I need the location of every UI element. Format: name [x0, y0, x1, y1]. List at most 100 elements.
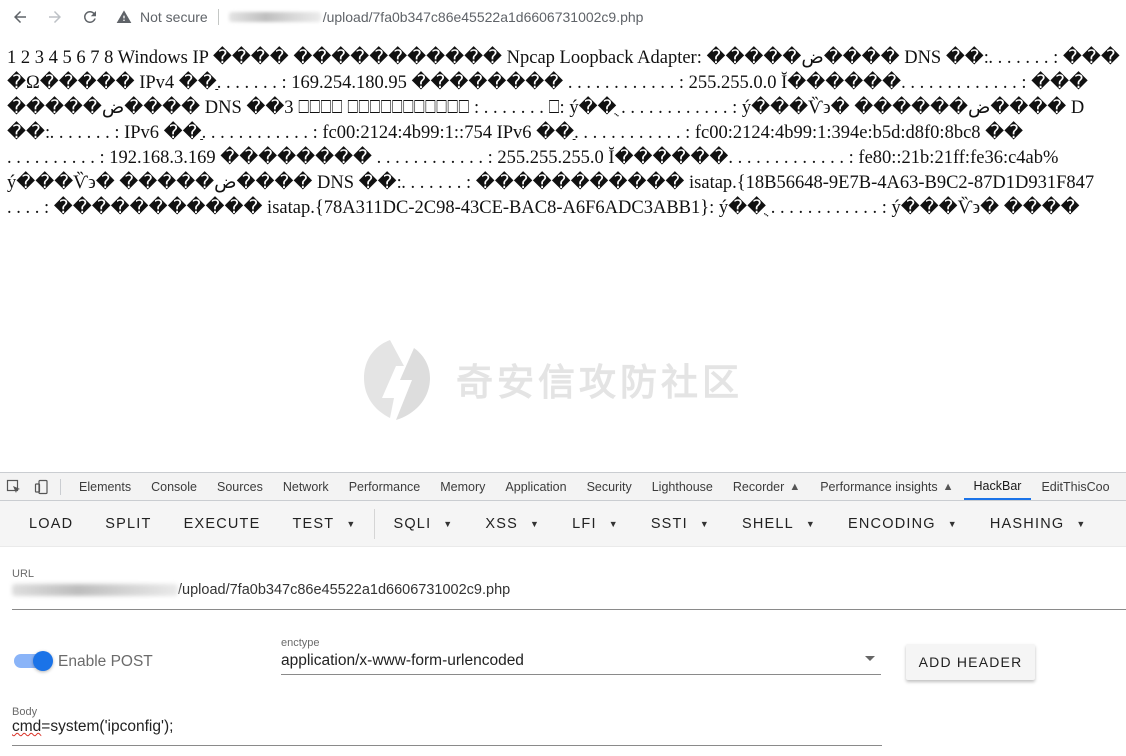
tab-label: EditThisCoo — [1041, 479, 1110, 494]
hackbar-menu: LOAD SPLIT EXECUTE TEST ▼ SQLI ▼ XSS ▼ LFI ▼… — [0, 501, 1126, 547]
watermark-text: 奇安信攻防社区 — [456, 361, 743, 404]
arrow-left-icon — [14, 10, 26, 23]
output-line: �����ض���� DNS ��3 ⎕⎕⎕⎕ ⎕⎕⎕⎕⎕⎕⎕⎕⎕⎕⎕ : . … — [7, 98, 1085, 118]
url-path-value: /upload/7fa0b347c86e45522a1d6606731002c9… — [178, 582, 511, 598]
address-bar[interactable]: Not secure /upload/7fa0b347c86e45522a1d6… — [116, 5, 643, 29]
encoding-label: ENCODING — [848, 515, 936, 532]
tab-console[interactable]: Console — [141, 473, 207, 500]
output-line: 1 2 3 4 5 6 7 8 Windows IP ���� ��������… — [7, 48, 1120, 68]
tab-label: Performance insights — [820, 479, 938, 494]
caret-down-icon: ▼ — [947, 518, 958, 529]
inspect-cursor-icon — [6, 479, 20, 493]
xss-menu-button[interactable]: XSS ▼ — [469, 506, 556, 542]
toggle-knob — [33, 651, 53, 671]
reload-button[interactable] — [80, 7, 100, 27]
omnibox-divider — [217, 8, 219, 25]
url-field-label: URL — [12, 568, 35, 580]
tab-label: Lighthouse — [651, 479, 713, 494]
hashing-menu-button[interactable]: HASHING ▼ — [974, 506, 1103, 542]
device-toolbar-button[interactable] — [28, 473, 56, 500]
tab-performance-insights[interactable]: Performance insights ▲ — [810, 473, 963, 500]
tab-recorder[interactable]: Recorder ▲ — [723, 473, 810, 500]
devtools-tab-strip: Elements Console Sources Network Perform… — [0, 473, 1126, 501]
enctype-select[interactable]: enctype application/x-www-form-urlencode… — [281, 633, 881, 675]
enctype-label: enctype — [281, 637, 320, 649]
encoding-menu-button[interactable]: ENCODING ▼ — [832, 506, 974, 542]
caret-down-icon: ▼ — [805, 518, 817, 529]
redacted-host — [12, 584, 178, 596]
back-button[interactable] — [10, 7, 30, 27]
split-button[interactable]: SPLIT — [89, 506, 167, 542]
load-button[interactable]: LOAD — [13, 506, 89, 542]
enable-post-label: Enable POST — [58, 653, 153, 670]
flask-icon: ▲ — [942, 480, 954, 493]
execute-button[interactable]: EXECUTE — [168, 506, 277, 542]
inspect-element-button[interactable] — [0, 473, 28, 500]
lfi-label: LFI — [572, 515, 597, 532]
tab-sources[interactable]: Sources — [207, 473, 273, 500]
security-label[interactable]: Not secure — [140, 9, 208, 25]
devtools-panel: Elements Console Sources Network Perform… — [0, 472, 1126, 756]
page-output: 1 2 3 4 5 6 7 8 Windows IP ���� ��������… — [7, 46, 1126, 226]
tab-label: Security — [586, 479, 632, 494]
menu-divider — [374, 508, 376, 539]
split-label: SPLIT — [105, 515, 152, 532]
tab-elements[interactable]: Elements — [69, 473, 141, 500]
test-menu-button[interactable]: TEST ▼ — [276, 506, 372, 542]
body-field-label: Body — [12, 706, 38, 718]
output-line: �Ω����� IPv4 ��ַ. . . . . . . : 169.254.… — [7, 73, 1089, 93]
caret-down-icon: ▼ — [443, 518, 454, 529]
tab-strip-divider — [60, 478, 61, 495]
redacted-host — [228, 11, 321, 22]
arrow-right-icon — [49, 10, 61, 23]
dropdown-arrow-icon — [865, 656, 875, 661]
watermark: 奇安信攻防社区 — [360, 334, 743, 424]
tab-label: Performance — [348, 479, 421, 494]
load-label: LOAD — [29, 515, 74, 532]
tab-label: Elements — [79, 479, 132, 494]
enctype-value: application/x-www-form-urlencoded — [281, 652, 524, 669]
ssti-label: SSTI — [650, 515, 688, 532]
flask-icon: ▲ — [789, 480, 801, 493]
hashing-label: HASHING — [989, 515, 1065, 532]
tab-hackbar[interactable]: HackBar — [963, 473, 1032, 500]
tab-label: Console — [151, 479, 197, 494]
tab-memory[interactable]: Memory — [430, 473, 495, 500]
enable-post-toggle[interactable] — [14, 651, 53, 671]
tab-label: Memory — [440, 479, 486, 494]
tab-label: Application — [505, 479, 567, 494]
tab-lighthouse[interactable]: Lighthouse — [642, 473, 723, 500]
forward-button[interactable] — [45, 7, 65, 27]
sqli-label: SQLI — [393, 515, 432, 532]
tab-label: HackBar — [973, 478, 1022, 493]
body-field[interactable]: Body cmd=system('ipconfig'); — [12, 702, 882, 746]
body-param-name: cmd — [12, 718, 42, 735]
caret-down-icon: ▼ — [1076, 518, 1087, 529]
reload-icon — [83, 10, 96, 23]
url-path: /upload/7fa0b347c86e45522a1d6606731002c9… — [322, 8, 644, 25]
add-header-button[interactable]: ADD HEADER — [906, 644, 1035, 680]
tab-label: Sources — [216, 479, 263, 494]
body-field-value[interactable]: cmd=system('ipconfig'); — [12, 718, 173, 736]
tab-label: Network — [282, 479, 329, 494]
lfi-menu-button[interactable]: LFI ▼ — [556, 506, 635, 542]
output-line: ��׃ . . . . . . . : IPv6 ��ַ. . . . . . … — [7, 123, 1024, 143]
tab-security[interactable]: Security — [577, 473, 642, 500]
sqli-menu-button[interactable]: SQLI ▼ — [377, 506, 469, 542]
tab-performance[interactable]: Performance — [339, 473, 431, 500]
tab-network[interactable]: Network — [273, 473, 339, 500]
tab-application[interactable]: Application — [495, 473, 576, 500]
add-header-label: ADD HEADER — [918, 654, 1023, 670]
shell-menu-button[interactable]: SHELL ▼ — [726, 506, 832, 542]
url-field-value[interactable]: /upload/7fa0b347c86e45522a1d6606731002c9… — [12, 582, 510, 598]
ssti-menu-button[interactable]: SSTI ▼ — [635, 506, 726, 542]
test-label: TEST — [292, 515, 335, 532]
url-field[interactable]: URL /upload/7fa0b347c86e45522a1d66067310… — [12, 564, 1126, 610]
warning-icon — [116, 9, 132, 23]
caret-down-icon: ▼ — [530, 518, 541, 529]
output-line: ý���Ѷ϶� �����ض���� DNS ��׃ . . . . . . .… — [7, 173, 1095, 193]
caret-down-icon: ▼ — [346, 518, 357, 529]
output-line: . . . . . . . . . . : 192.168.3.169 ����… — [7, 148, 1059, 168]
tab-editthiscookie[interactable]: EditThisCoo — [1031, 473, 1119, 500]
tab-label: Recorder — [732, 479, 785, 494]
